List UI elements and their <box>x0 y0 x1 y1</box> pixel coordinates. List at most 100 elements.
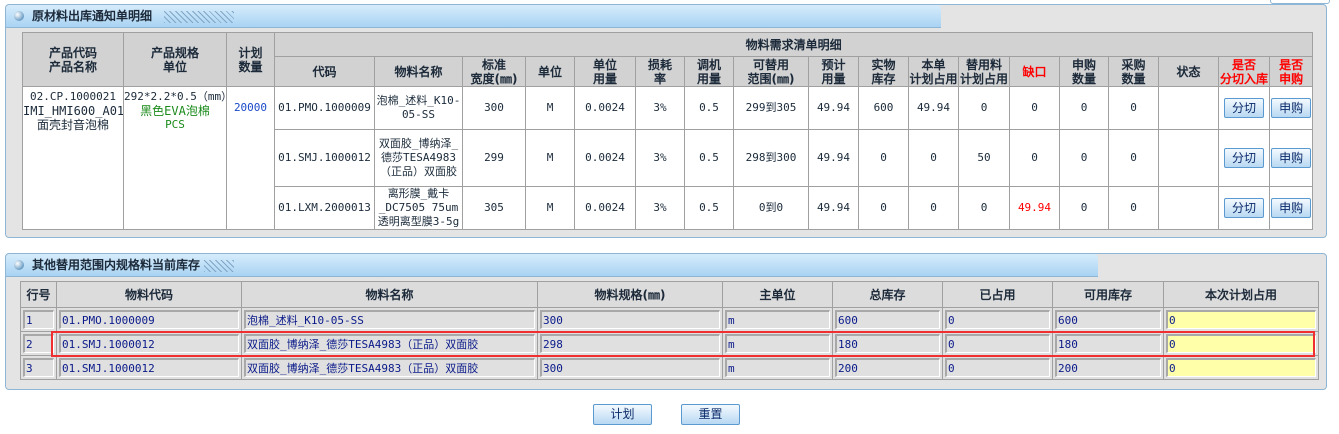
title-hatch-decoration <box>164 10 235 23</box>
material-spec[interactable]: 300 <box>540 358 720 377</box>
cell-loss: 3% <box>635 186 685 230</box>
column-header: 标准 宽度(㎜) <box>462 56 526 87</box>
stock-cell: 0 <box>1163 331 1319 356</box>
cell-gap: 0 <box>1009 86 1060 130</box>
cell-range: 298到300 <box>733 129 809 187</box>
stock-cell: 0 <box>942 307 1053 332</box>
plan-occupy-input[interactable]: 0 <box>1166 358 1316 377</box>
column-header: 预计 用量 <box>808 56 859 87</box>
column-header: 主单位 <box>722 281 833 308</box>
cell-pur-qty: 0 <box>1108 186 1159 230</box>
available-stock[interactable]: 180 <box>1055 334 1161 353</box>
cut-button[interactable]: 分切 <box>1224 198 1264 218</box>
stock-row: 1 01.PMO.1000009 泡棉_述料_K10-05-SS 300 m 600 0 60… <box>20 307 1319 332</box>
stock-cell: 180 <box>1052 331 1164 356</box>
panel-title-bar: 原材料出库通知单明细 <box>6 5 941 28</box>
stock-cell: 3 <box>20 355 57 380</box>
purchase-button[interactable]: 申购 <box>1271 98 1312 118</box>
column-header: 可用库存 <box>1052 281 1164 308</box>
stock-cell: 双面胶_博纳泽_德莎TESA4983（正品）双面胶 <box>241 355 538 380</box>
stock-cell: m <box>722 331 833 356</box>
product-spec-header: 产品规格 单位 <box>123 32 227 87</box>
material-name[interactable]: 双面胶_博纳泽_德莎TESA4983（正品）双面胶 <box>244 358 535 377</box>
cell-code: 01.LXM.2000013 <box>274 186 375 230</box>
main-unit[interactable]: m <box>725 358 830 377</box>
total-stock[interactable]: 600 <box>835 310 940 329</box>
material-code[interactable]: 01.SMJ.1000012 <box>59 358 239 377</box>
cell-plan-occupy: 0 <box>908 186 959 230</box>
cell-cut: 分切 <box>1218 129 1270 187</box>
row-number[interactable]: 3 <box>23 358 54 377</box>
cell-name: 离形膜_戴卡_DC7505 75um透明离型膜3-5g <box>374 186 463 230</box>
panel-title-bar: 其他替用范围内规格料当前库存 <box>6 254 1098 277</box>
stock-cell: 01.SMJ.1000012 <box>56 355 242 380</box>
stock-cell: 2 <box>20 331 57 356</box>
stock-cell: 01.SMJ.1000012 <box>56 331 242 356</box>
column-header: 损耗 率 <box>635 56 685 87</box>
cell-width: 299 <box>462 129 526 187</box>
row-number[interactable]: 1 <box>23 310 54 329</box>
material-name[interactable]: 双面胶_博纳泽_德莎TESA4983（正品）双面胶 <box>244 334 535 353</box>
cell-adjust: 0.5 <box>684 129 734 187</box>
stock-cell: 200 <box>832 355 943 380</box>
column-header: 申购 数量 <box>1059 56 1109 87</box>
cell-unit: M <box>525 129 575 187</box>
material-code[interactable]: 01.PMO.1000009 <box>59 310 239 329</box>
cell-expected: 49.94 <box>808 186 859 230</box>
stock-cell: m <box>722 355 833 380</box>
product-code-header: 产品代码 产品名称 <box>22 32 124 87</box>
material-name[interactable]: 泡棉_述料_K10-05-SS <box>244 310 535 329</box>
material-code[interactable]: 01.SMJ.1000012 <box>59 334 239 353</box>
column-header: 单位 <box>525 56 575 87</box>
panel-title: 原材料出库通知单明细 <box>32 9 153 23</box>
cell-name: 泡棉_述料_K10-05-SS <box>374 86 463 130</box>
column-header: 缺口 <box>1009 56 1060 87</box>
stock-cell: 600 <box>832 307 943 332</box>
main-unit[interactable]: m <box>725 310 830 329</box>
stock-cell: 300 <box>537 307 723 332</box>
main-unit[interactable]: m <box>725 334 830 353</box>
purchase-button[interactable]: 申购 <box>1271 148 1312 168</box>
cell-status <box>1158 186 1219 230</box>
cell-pur-qty: 0 <box>1108 129 1159 187</box>
total-stock[interactable]: 200 <box>835 358 940 377</box>
stock-cell: 泡棉_述料_K10-05-SS <box>241 307 538 332</box>
occupied[interactable]: 0 <box>945 334 1050 353</box>
purchase-button[interactable]: 申购 <box>1271 198 1312 218</box>
column-header: 是否 分切入库 <box>1218 56 1270 87</box>
material-spec[interactable]: 300 <box>540 310 720 329</box>
product-spec: 292*2.2*0.5（mm） <box>124 90 227 103</box>
reset-button[interactable]: 重置 <box>681 404 740 425</box>
alternative-stock-table: 行号 物料代码 物料名称 物料规格(㎜) 主单位 总库存 已占用 可用库存 本次计划占用 1 01… <box>20 281 1319 380</box>
cell-adjust: 0.5 <box>684 86 734 130</box>
stock-cell: 0 <box>942 331 1053 356</box>
cell-pur-qty: 0 <box>1108 86 1159 130</box>
cell-loss: 3% <box>635 86 685 130</box>
panel-bullet-icon <box>14 11 24 21</box>
cell-unit: M <box>525 86 575 130</box>
cut-button[interactable]: 分切 <box>1224 148 1264 168</box>
plan-occupy-input[interactable]: 0 <box>1166 334 1316 353</box>
plan-occupy-input[interactable]: 0 <box>1166 310 1316 329</box>
occupied[interactable]: 0 <box>945 358 1050 377</box>
cell-cut: 分切 <box>1218 186 1270 230</box>
row-number[interactable]: 2 <box>23 334 54 353</box>
product-cell: 02.CP.1000021 IMI_HMI600_A01-面壳封音泡棉 <box>22 86 124 230</box>
cell-stock: 0 <box>858 186 909 230</box>
material-spec[interactable]: 298 <box>540 334 720 353</box>
column-header: 采购 数量 <box>1108 56 1159 87</box>
cell-plan-occupy: 0 <box>908 129 959 187</box>
available-stock[interactable]: 600 <box>1055 310 1161 329</box>
plan-button[interactable]: 计划 <box>593 404 652 425</box>
available-stock[interactable]: 200 <box>1055 358 1161 377</box>
stock-cell: 0 <box>1163 307 1319 332</box>
cut-button[interactable]: 分切 <box>1224 98 1264 118</box>
cell-width: 300 <box>462 86 526 130</box>
cell-unit-usage: 0.0024 <box>574 186 636 230</box>
column-header: 代码 <box>274 56 375 87</box>
occupied[interactable]: 0 <box>945 310 1050 329</box>
column-header: 调机 用量 <box>684 56 734 87</box>
stock-cell: 1 <box>20 307 57 332</box>
total-stock[interactable]: 180 <box>835 334 940 353</box>
stock-cell: m <box>722 307 833 332</box>
